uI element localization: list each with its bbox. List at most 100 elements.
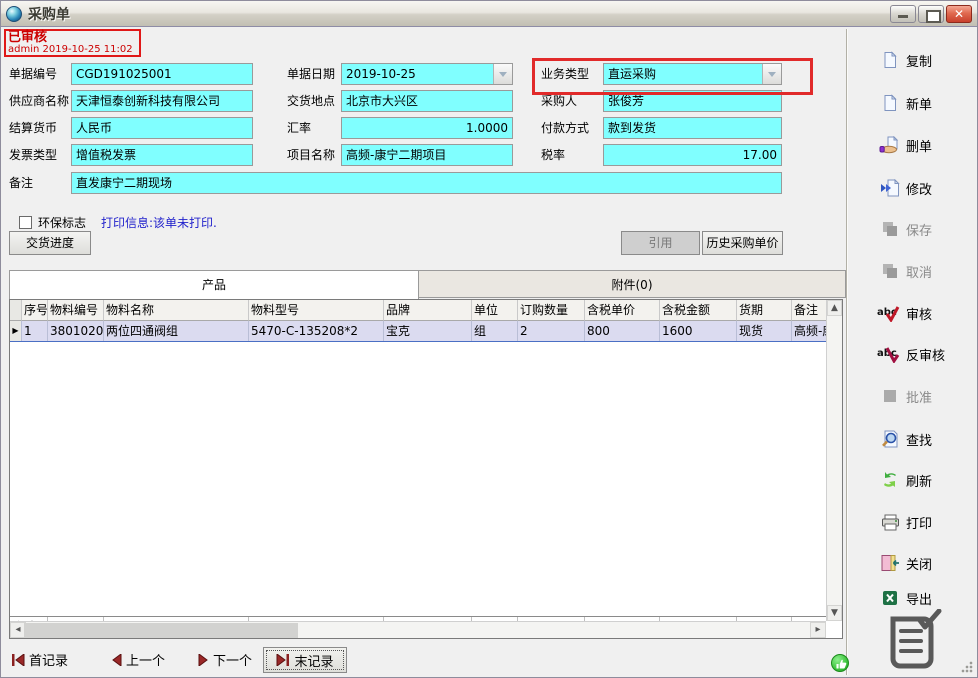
delete-hand-icon bbox=[877, 135, 903, 155]
audit-button[interactable]: abc 审核 bbox=[877, 302, 932, 324]
close-window-button[interactable]: ✕ bbox=[946, 5, 972, 23]
tab-product[interactable]: 产品 bbox=[9, 270, 419, 299]
col-brand[interactable]: 品牌 bbox=[384, 300, 472, 321]
excel-export-icon bbox=[877, 588, 903, 608]
project-field[interactable]: 高频-康宁二期项目 bbox=[341, 144, 513, 166]
cell-seq[interactable]: 1 bbox=[22, 321, 48, 341]
col-seq[interactable]: 序号 bbox=[22, 300, 48, 321]
audit-meta: admin 2019-10-25 11:02 bbox=[8, 44, 137, 56]
audit-stamp: 已审核 admin 2019-10-25 11:02 bbox=[4, 29, 141, 57]
history-price-button[interactable]: 历史采购单价 bbox=[702, 231, 783, 255]
quote-button: 引用 bbox=[621, 231, 700, 255]
doc-no-field[interactable]: CGD191025001 bbox=[71, 63, 253, 85]
refresh-button[interactable]: 刷新 bbox=[877, 469, 932, 491]
find-button[interactable]: 查找 bbox=[877, 428, 932, 450]
app-icon bbox=[6, 6, 22, 22]
business-type-value: 直运采购 bbox=[608, 67, 656, 81]
col-remark[interactable]: 备注 bbox=[792, 300, 826, 321]
next-record-icon bbox=[198, 654, 209, 666]
horizontal-scrollbar[interactable]: ◂ ▸ bbox=[10, 621, 826, 638]
payment-field[interactable]: 款到发货 bbox=[603, 117, 782, 139]
content-area: 已审核 admin 2019-10-25 11:02 单据编号 CGD19102… bbox=[1, 27, 977, 677]
new-button[interactable]: 新单 bbox=[877, 92, 932, 114]
export-button[interactable]: 导出 bbox=[877, 587, 932, 609]
vertical-scrollbar[interactable]: ▲ ▼ bbox=[826, 300, 842, 621]
exchange-rate-field[interactable]: 1.0000 bbox=[341, 117, 513, 139]
doc-date-label: 单据日期 bbox=[287, 63, 335, 85]
prev-record-button[interactable]: 上一个 bbox=[111, 650, 165, 669]
business-type-field[interactable]: 直运采购 bbox=[603, 63, 782, 85]
col-amount[interactable]: 含税金额 bbox=[660, 300, 737, 321]
find-magnifier-icon bbox=[877, 429, 903, 449]
col-name[interactable]: 物料名称 bbox=[104, 300, 249, 321]
col-code[interactable]: 物料编号 bbox=[48, 300, 104, 321]
next-record-button[interactable]: 下一个 bbox=[198, 650, 252, 669]
currency-field[interactable]: 人民币 bbox=[71, 117, 253, 139]
cell-qty[interactable]: 2 bbox=[518, 321, 585, 341]
header-selector-cell bbox=[10, 300, 22, 321]
resize-grip[interactable] bbox=[961, 661, 973, 673]
refresh-arrows-icon bbox=[877, 470, 903, 490]
approve-disabled-icon bbox=[877, 386, 903, 406]
unaudit-button[interactable]: abc 反审核 bbox=[877, 343, 945, 365]
eco-mark-checkbox[interactable] bbox=[19, 216, 32, 229]
grid-data-row[interactable]: ▶ 1 38010202 两位四通阀组 5470-C-135208*2 宝克 组… bbox=[10, 321, 842, 342]
copy-page-icon bbox=[877, 50, 903, 70]
delivery-progress-button[interactable]: 交货进度 bbox=[9, 231, 91, 255]
cell-code[interactable]: 38010202 bbox=[48, 321, 104, 341]
cell-remark[interactable]: 高频-康宁 bbox=[792, 321, 826, 341]
prev-record-icon bbox=[111, 654, 122, 666]
invoice-type-field[interactable]: 增值税发票 bbox=[71, 144, 253, 166]
copy-button[interactable]: 复制 bbox=[877, 49, 932, 71]
cell-delivery[interactable]: 现货 bbox=[737, 321, 792, 341]
cell-amount[interactable]: 1600 bbox=[660, 321, 737, 341]
first-record-label: 首记录 bbox=[29, 650, 68, 669]
doc-date-dropdown-button[interactable] bbox=[493, 64, 512, 84]
cell-name[interactable]: 两位四通阀组 bbox=[104, 321, 249, 341]
titlebar[interactable]: 采购单 ✕ bbox=[1, 1, 977, 27]
delete-button[interactable]: 删单 bbox=[877, 134, 932, 156]
col-unit[interactable]: 单位 bbox=[472, 300, 518, 321]
first-record-button[interactable]: 首记录 bbox=[11, 650, 68, 669]
col-qty[interactable]: 订购数量 bbox=[518, 300, 585, 321]
modify-arrows-icon bbox=[877, 178, 903, 198]
tax-rate-label: 税率 bbox=[541, 144, 565, 166]
items-grid: 序号 物料编号 物料名称 物料型号 品牌 单位 订购数量 含税单价 含税金额 货… bbox=[9, 299, 843, 639]
scroll-right-arrow[interactable]: ▸ bbox=[810, 622, 826, 638]
stamp-logo bbox=[881, 609, 953, 671]
col-delivery[interactable]: 货期 bbox=[737, 300, 792, 321]
tab-attachment[interactable]: 附件(0) bbox=[419, 270, 846, 298]
cell-model[interactable]: 5470-C-135208*2 bbox=[249, 321, 384, 341]
audit-status: 已审核 bbox=[8, 31, 137, 44]
close-button[interactable]: 关闭 bbox=[877, 552, 932, 574]
cancel-disabled-icon bbox=[877, 261, 903, 281]
minimize-button[interactable] bbox=[890, 5, 916, 23]
col-price[interactable]: 含税单价 bbox=[585, 300, 660, 321]
print-button[interactable]: 打印 bbox=[877, 511, 932, 533]
maximize-button[interactable] bbox=[918, 5, 944, 23]
cell-unit[interactable]: 组 bbox=[472, 321, 518, 341]
tax-rate-field[interactable]: 17.00 bbox=[603, 144, 782, 166]
assistant-badge[interactable] bbox=[831, 654, 849, 672]
buyer-field[interactable]: 张俊芳 bbox=[603, 90, 782, 112]
project-label: 项目名称 bbox=[287, 144, 335, 166]
delivery-place-field[interactable]: 北京市大兴区 bbox=[341, 90, 513, 112]
purchase-order-window: 采购单 ✕ 已审核 admin 2019-10-25 11:02 单据编号 CG… bbox=[0, 0, 978, 678]
scroll-up-arrow[interactable]: ▲ bbox=[827, 300, 842, 316]
cell-price[interactable]: 800 bbox=[585, 321, 660, 341]
modify-button[interactable]: 修改 bbox=[877, 177, 932, 199]
last-record-button[interactable]: 末记录 bbox=[263, 647, 347, 673]
print-info-text: 打印信息:该单未打印. bbox=[101, 212, 217, 234]
col-model[interactable]: 物料型号 bbox=[249, 300, 384, 321]
doc-date-field[interactable]: 2019-10-25 bbox=[341, 63, 513, 85]
scroll-down-arrow[interactable]: ▼ bbox=[827, 605, 842, 621]
buyer-label: 采购人 bbox=[541, 90, 577, 112]
supplier-label: 供应商名称 bbox=[9, 90, 69, 112]
horizontal-scroll-thumb[interactable] bbox=[24, 623, 298, 638]
remark-field[interactable]: 直发康宁二期现场 bbox=[71, 172, 782, 194]
supplier-field[interactable]: 天津恒泰创新科技有限公司 bbox=[71, 90, 253, 112]
cell-brand[interactable]: 宝克 bbox=[384, 321, 472, 341]
business-type-dropdown-button[interactable] bbox=[762, 64, 781, 84]
audit-check-icon: abc bbox=[877, 303, 903, 323]
unaudit-check-icon: abc bbox=[877, 344, 903, 364]
